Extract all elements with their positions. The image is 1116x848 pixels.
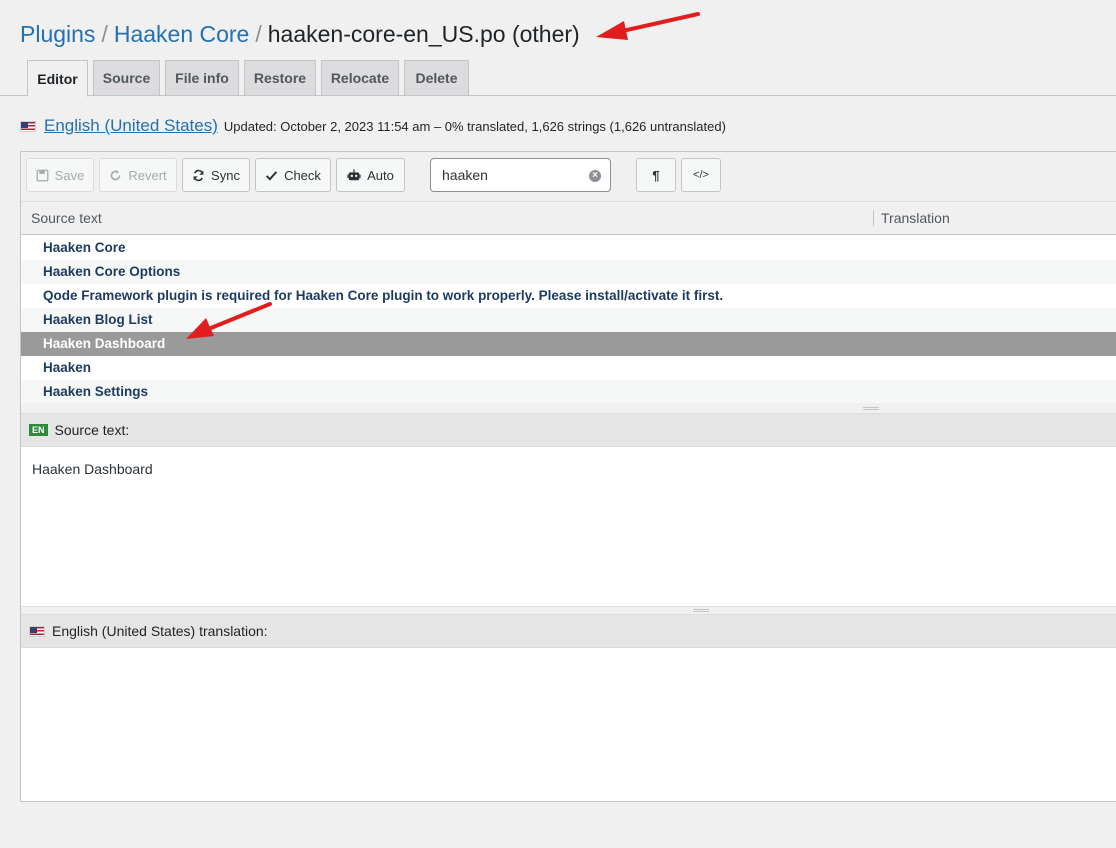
check-label: Check — [284, 167, 321, 183]
pilcrow-icon: ¶ — [652, 167, 660, 183]
tab-file-info[interactable]: File info — [165, 60, 239, 96]
check-button[interactable]: Check — [255, 158, 331, 192]
table-row-selected[interactable]: Haaken Dashboard — [21, 332, 1116, 356]
table-row[interactable]: Qode Framework plugin is required for Ha… — [21, 284, 1116, 308]
breadcrumb-plugins-link[interactable]: Plugins — [20, 21, 95, 47]
column-translation[interactable]: Translation — [881, 210, 950, 226]
save-label: Save — [54, 167, 85, 183]
en-language-badge: EN — [29, 424, 48, 436]
tab-source[interactable]: Source — [93, 60, 160, 96]
us-flag-icon — [29, 625, 45, 637]
table-row[interactable]: Haaken — [21, 356, 1116, 380]
string-list: Haaken Core Haaken Core Options Qode Fra… — [21, 236, 1116, 404]
source-pane-title: Source text: — [54, 422, 130, 438]
auto-label: Auto — [367, 167, 394, 183]
editor-panel: Save Revert Sync Check Auto haaken × ¶ <… — [20, 151, 1116, 802]
sync-button[interactable]: Sync — [182, 158, 250, 192]
clear-search-icon[interactable]: × — [589, 170, 601, 182]
table-row[interactable]: Haaken Core — [21, 236, 1116, 260]
save-icon — [36, 169, 49, 181]
tab-delete[interactable]: Delete — [404, 60, 469, 96]
pane-resize-handle[interactable] — [21, 606, 1116, 614]
save-button[interactable]: Save — [26, 158, 94, 192]
revert-icon — [111, 169, 121, 180]
annotation-arrow-icon — [596, 12, 700, 40]
revert-button[interactable]: Revert — [99, 158, 177, 192]
column-divider[interactable] — [873, 210, 874, 226]
tab-restore[interactable]: Restore — [244, 60, 316, 96]
search-input[interactable]: haaken × — [430, 158, 611, 192]
locale-info: English (United States) Updated: October… — [20, 114, 726, 138]
breadcrumb-plugin-link[interactable]: Haaken Core — [114, 21, 250, 47]
sync-icon — [193, 169, 204, 181]
breadcrumb-current-file: haaken-core-en_US.po (other) — [267, 21, 580, 47]
breadcrumb-separator: / — [255, 21, 262, 47]
source-text-value: Haaken Dashboard — [32, 461, 153, 477]
editor-toolbar: Save Revert Sync Check Auto haaken × ¶ <… — [21, 152, 1116, 202]
search-value: haaken — [442, 167, 488, 183]
list-resize-handle[interactable] — [21, 403, 1116, 413]
table-header: Source text Translation — [21, 202, 1116, 235]
table-row[interactable]: Haaken Core Options — [21, 260, 1116, 284]
tab-relocate[interactable]: Relocate — [321, 60, 399, 96]
source-pane-header: EN Source text: — [21, 413, 1116, 447]
code-icon: </> — [693, 169, 709, 181]
revert-label: Revert — [128, 167, 167, 183]
locale-meta: Updated: October 2, 2023 11:54 am – 0% t… — [223, 118, 726, 134]
column-source-text[interactable]: Source text — [31, 210, 102, 226]
toggle-code-view-button[interactable]: </> — [681, 158, 721, 192]
checkmark-icon — [265, 170, 278, 181]
table-row[interactable]: Haaken Settings — [21, 380, 1116, 404]
tab-editor[interactable]: Editor — [27, 60, 88, 97]
translation-pane-header: English (United States) translation: — [21, 614, 1116, 648]
toggle-invisibles-button[interactable]: ¶ — [636, 158, 676, 192]
locale-name-link[interactable]: English (United States) — [44, 116, 218, 136]
breadcrumb-separator: / — [101, 21, 108, 47]
grip-icon — [863, 407, 879, 410]
sync-label: Sync — [211, 167, 240, 183]
table-row[interactable]: Haaken Blog List — [21, 308, 1116, 332]
auto-translate-button[interactable]: Auto — [336, 158, 405, 192]
us-flag-icon — [20, 120, 36, 132]
robot-icon — [347, 169, 361, 181]
translation-textarea[interactable] — [21, 648, 1116, 801]
breadcrumb: Plugins / Haaken Core / haaken-core-en_US.po… — [20, 20, 580, 48]
tab-bar: Editor Source File info Restore Relocate… — [0, 60, 1116, 97]
source-text-body: Haaken Dashboard — [21, 447, 1116, 606]
grip-icon — [693, 609, 709, 612]
translation-pane-title: English (United States) translation: — [52, 623, 268, 639]
